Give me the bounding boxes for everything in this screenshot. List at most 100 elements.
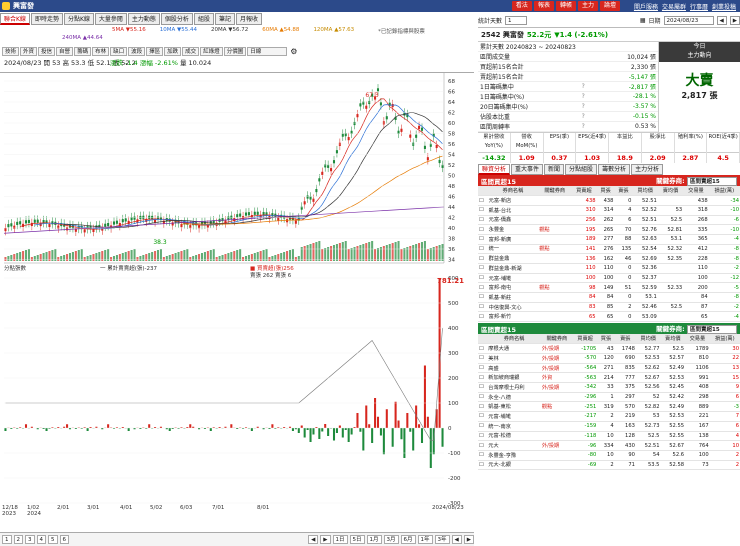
row-checkbox[interactable]: ☐ xyxy=(478,292,488,303)
chart-area[interactable]: 68 66 64 62 60 58 56 54 52 50 48 46 44 42 40 38 36 34 60 0… xyxy=(0,72,474,532)
forum-button[interactable]: 論壇 xyxy=(599,1,620,11)
stat-days-select[interactable]: 1 xyxy=(505,16,528,25)
help-icon[interactable]: ? xyxy=(579,91,594,102)
col-header[interactable]: 買張 xyxy=(597,334,615,345)
table-row[interactable]: ☐ 元富-埔墘 100 100 0 52.37 100 -12 xyxy=(478,273,740,284)
table-row[interactable]: ☐ 永全-八德 -296 1 297 52 52.42 298 6 xyxy=(478,392,740,403)
help-icon[interactable]: ? xyxy=(579,101,594,112)
tool-updown[interactable]: 加跌 xyxy=(164,47,182,56)
subtab-3[interactable]: 分點組股 xyxy=(565,164,598,175)
subtab-4[interactable]: 籌數分析 xyxy=(598,164,631,175)
tool-dealer[interactable]: 自營 xyxy=(56,47,74,56)
main-force-button[interactable]: 主力 xyxy=(577,1,598,11)
table-row[interactable]: ☐ 富邦-南屯 觀點 98 149 51 52.59 52.33 200 -5 xyxy=(478,282,740,294)
help-icon[interactable]: ? xyxy=(579,121,594,132)
tool-trust[interactable]: 投信 xyxy=(38,47,56,56)
row-checkbox[interactable]: ☐ xyxy=(478,253,488,264)
col-header[interactable]: 賣張 xyxy=(614,334,636,345)
row-checkbox[interactable]: ☐ xyxy=(478,282,488,294)
page-2[interactable]: 2 xyxy=(13,535,23,544)
col-header[interactable]: 買賣超 xyxy=(571,186,597,197)
period-6m[interactable]: 6月 xyxy=(400,535,416,544)
period-1m[interactable]: 1月 xyxy=(366,535,382,544)
table-row[interactable]: ☐ 永豐金 觀點 195 265 70 52.76 52.81 335 -10 xyxy=(478,224,740,235)
row-checkbox[interactable]: ☐ xyxy=(478,401,488,413)
report-button[interactable]: 報表 xyxy=(533,1,554,11)
table-row[interactable]: ☐ 元大-北銀 -69 2 71 53.5 52.58 73 2 xyxy=(478,460,740,471)
table-row[interactable]: ☐ 元大 外/投期 -96 334 430 52.51 52.67 764 10 xyxy=(478,440,740,451)
col-header[interactable]: 關鍵券商 xyxy=(540,334,573,345)
page-4[interactable]: 4 xyxy=(36,535,46,544)
table-row[interactable]: ☐ 元富-埔墘 -217 2 219 53 52.53 221 7 xyxy=(478,411,740,422)
legend-note[interactable]: *已記錄指標與股票 xyxy=(378,27,425,35)
col-header[interactable] xyxy=(478,334,488,345)
zoom-out-button[interactable]: ◀ xyxy=(308,535,319,544)
page-3[interactable]: 3 xyxy=(25,535,35,544)
row-checkbox[interactable]: ☐ xyxy=(478,382,488,393)
subtab-0[interactable]: 聯資分析 xyxy=(478,164,511,175)
row-checkbox[interactable]: ☐ xyxy=(478,273,488,284)
row-checkbox[interactable]: ☐ xyxy=(478,263,488,274)
col-header[interactable]: 賣均價 xyxy=(657,186,684,197)
subtab-1[interactable]: 重大事件 xyxy=(511,164,544,175)
table-row[interactable]: ☐ 凱基-東松 觀點 -251 319 570 52.82 52.49 889 -3 xyxy=(478,401,740,413)
period-select[interactable]: 日線 xyxy=(247,47,288,56)
tool-chips[interactable]: 籌碼 xyxy=(74,47,92,56)
tab-volume[interactable]: 大量參閱 xyxy=(94,13,127,25)
row-checkbox[interactable]: ☐ xyxy=(478,215,488,226)
table-row[interactable]: ☐ 元富-松德 -118 10 128 52.5 52.55 138 4 xyxy=(478,431,740,442)
row-checkbox[interactable]: ☐ xyxy=(478,460,488,471)
row-checkbox[interactable]: ☐ xyxy=(478,224,488,235)
table-row[interactable]: ☐ 高盛 外/投期 -564 271 835 52.62 52.49 1106 13 xyxy=(478,363,740,374)
tool-gap[interactable]: 缺口 xyxy=(110,47,128,56)
sell-filter-select[interactable]: 區間賣超15 xyxy=(687,325,737,335)
table-row[interactable]: ☐ 台灣摩根士丹利 外/投期 -342 33 375 52.56 52.45 408 9 xyxy=(478,382,740,393)
col-header[interactable]: 損益(萬) xyxy=(708,186,740,197)
date-prev-button[interactable]: ◀ xyxy=(716,16,727,25)
scroll-right-button[interactable]: ▶ xyxy=(463,535,474,544)
tool-traffic[interactable]: 紅綠燈 xyxy=(200,47,223,56)
tool-volume[interactable]: 成交 xyxy=(182,47,200,56)
row-checkbox[interactable]: ☐ xyxy=(478,431,488,442)
col-header[interactable]: 券商名稱 xyxy=(487,334,541,345)
tab-monthly[interactable]: 月報收 xyxy=(235,13,262,25)
tab-notes[interactable]: 筆記 xyxy=(214,13,235,25)
buy-filter-select[interactable]: 區間賣超15 xyxy=(687,177,737,186)
link-account[interactable]: 開戶服務 xyxy=(634,2,658,11)
col-header[interactable]: 買均價 xyxy=(632,186,658,197)
tab-mainforce[interactable]: 主力動態 xyxy=(127,13,160,25)
tool-tech[interactable]: 技術 xyxy=(2,47,20,56)
col-header[interactable]: 賣均價 xyxy=(660,334,686,345)
page-6[interactable]: 6 xyxy=(59,535,69,544)
table-row[interactable]: ☐ 新加坡商瑞銀 外資 -563 214 777 52.67 52.53 991 15 xyxy=(478,372,740,384)
tab-group[interactable]: 組股 xyxy=(193,13,214,25)
scroll-left-button[interactable]: ◀ xyxy=(451,535,462,544)
row-checkbox[interactable]: ☐ xyxy=(478,363,488,374)
col-header[interactable]: 損益(萬) xyxy=(709,334,740,345)
transfer-button[interactable]: 轉帳 xyxy=(555,1,576,11)
table-row[interactable]: ☐ 群益金鼎-新湖 110 110 0 52.36 110 -2 xyxy=(478,263,740,274)
help-icon[interactable] xyxy=(579,71,594,82)
row-checkbox[interactable]: ☐ xyxy=(478,411,488,422)
row-checkbox[interactable]: ☐ xyxy=(478,195,488,206)
col-header[interactable]: 關鍵券商 xyxy=(538,186,572,197)
link-group[interactable]: 交易屬群 xyxy=(662,2,686,11)
row-checkbox[interactable]: ☐ xyxy=(478,372,488,384)
col-header[interactable]: 賣張 xyxy=(614,186,633,197)
table-row[interactable]: ☐ 元富-僑鑫 256 262 6 52.51 52.5 268 -6 xyxy=(478,215,740,226)
row-checkbox[interactable]: ☐ xyxy=(478,392,488,403)
page-1[interactable]: 1 xyxy=(2,535,12,544)
row-checkbox[interactable]: ☐ xyxy=(478,311,488,323)
period-3m[interactable]: 3月 xyxy=(383,535,399,544)
col-header[interactable] xyxy=(478,186,488,197)
tool-wave[interactable]: 波段 xyxy=(128,47,146,56)
table-row[interactable]: ☐ 美林 外/投期 -570 120 690 52.53 52.57 810 22 xyxy=(478,353,740,364)
zoom-in-button[interactable]: ▶ xyxy=(320,535,331,544)
table-row[interactable]: ☐ 凱基-台北 310 314 4 52.52 53 318 -10 xyxy=(478,205,740,216)
table-row[interactable]: ☐ 統一 觀點 141 276 135 52.54 52.32 412 -8 xyxy=(478,244,740,255)
date-input[interactable]: 2024/08/23 xyxy=(663,16,714,25)
col-header[interactable]: 券商名稱 xyxy=(487,186,539,197)
row-checkbox[interactable]: ☐ xyxy=(478,343,488,354)
period-1y[interactable]: 1年 xyxy=(417,535,433,544)
table-row[interactable]: ☐ 中信復興-文心 83 85 2 52.46 52.5 87 -2 xyxy=(478,302,740,313)
